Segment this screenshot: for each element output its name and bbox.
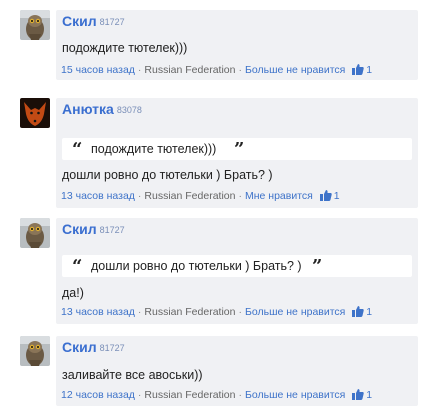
comment-meta: 12 часов назад · Russian Federation · Больше… (61, 389, 373, 401)
thumbs-up-icon[interactable] (352, 64, 365, 75)
author-rating: 81727 (99, 225, 125, 235)
author-name[interactable]: Скил (62, 221, 97, 237)
fox-avatar[interactable] (20, 98, 50, 128)
comment-country: Russian Federation (144, 190, 236, 202)
comment-text: да!) (62, 286, 84, 300)
open-quote-icon: “ (72, 256, 83, 277)
owl-avatar[interactable] (20, 218, 50, 248)
comment-bubble: Скил 81727 подождите тютелек))) 15 часов … (56, 10, 418, 80)
open-quote-icon: “ (72, 139, 83, 160)
like-count: 1 (366, 64, 373, 76)
comment-text: заливайте все авоськи)) (62, 368, 203, 382)
quoted-comment: “ дошли ровно до тютельки ) Брать? ) ” (62, 255, 412, 277)
author-name[interactable]: Анютка (62, 101, 114, 117)
author-rating: 81727 (99, 343, 125, 353)
quoted-text: подождите тютелек))) (91, 142, 217, 156)
like-count: 1 (366, 306, 373, 318)
comment-text: подождите тютелек))) (62, 41, 188, 55)
comment-country: Russian Federation (144, 64, 236, 76)
comment-meta: 13 часов назад · Russian Federation · Больше… (61, 306, 373, 318)
author-name[interactable]: Скил (62, 339, 97, 355)
comment-bubble: Анютка 83078 “ подождите тютелек))) ” дош… (56, 98, 418, 208)
thumbs-up-icon[interactable] (319, 190, 332, 201)
owl-avatar[interactable] (20, 336, 50, 366)
comment-country: Russian Federation (144, 306, 236, 318)
like-count: 1 (333, 190, 340, 202)
author-name[interactable]: Скил (62, 13, 97, 29)
author-rating: 83078 (116, 105, 142, 115)
owl-avatar[interactable] (20, 10, 50, 40)
thumbs-up-icon[interactable] (352, 389, 365, 400)
comment-time[interactable]: 13 часов назад (61, 190, 135, 202)
comment-meta: 15 часов назад · Russian Federation · Больше… (61, 64, 373, 76)
comment-bubble: Скил 81727 заливайте все авоськи)) 12 час… (56, 336, 418, 406)
comment-time[interactable]: 15 часов назад (61, 64, 135, 76)
comment-time[interactable]: 13 часов назад (61, 306, 135, 318)
quoted-comment: “ подождите тютелек))) ” (62, 138, 412, 160)
like-count: 1 (366, 389, 373, 401)
like-button[interactable]: Мне нравится (245, 190, 313, 202)
comment-time[interactable]: 12 часов назад (61, 389, 135, 401)
close-quote-icon: ” (312, 256, 323, 277)
like-toggle-button[interactable]: Больше не нравится (245, 389, 345, 401)
like-toggle-button[interactable]: Больше не нравится (245, 306, 345, 318)
comment-meta: 13 часов назад · Russian Federation · Мне нр… (61, 190, 340, 202)
comment-bubble: Скил 81727 “ дошли ровно до тютельки ) Бр… (56, 218, 418, 324)
quoted-text: дошли ровно до тютельки ) Брать? ) (91, 259, 302, 273)
thumbs-up-icon[interactable] (352, 306, 365, 317)
close-quote-icon: ” (234, 139, 245, 160)
like-toggle-button[interactable]: Больше не нравится (245, 64, 345, 76)
author-rating: 81727 (99, 17, 125, 27)
comment-country: Russian Federation (144, 389, 236, 401)
comment-text: дошли ровно до тютельки ) Брать? ) (62, 168, 273, 182)
